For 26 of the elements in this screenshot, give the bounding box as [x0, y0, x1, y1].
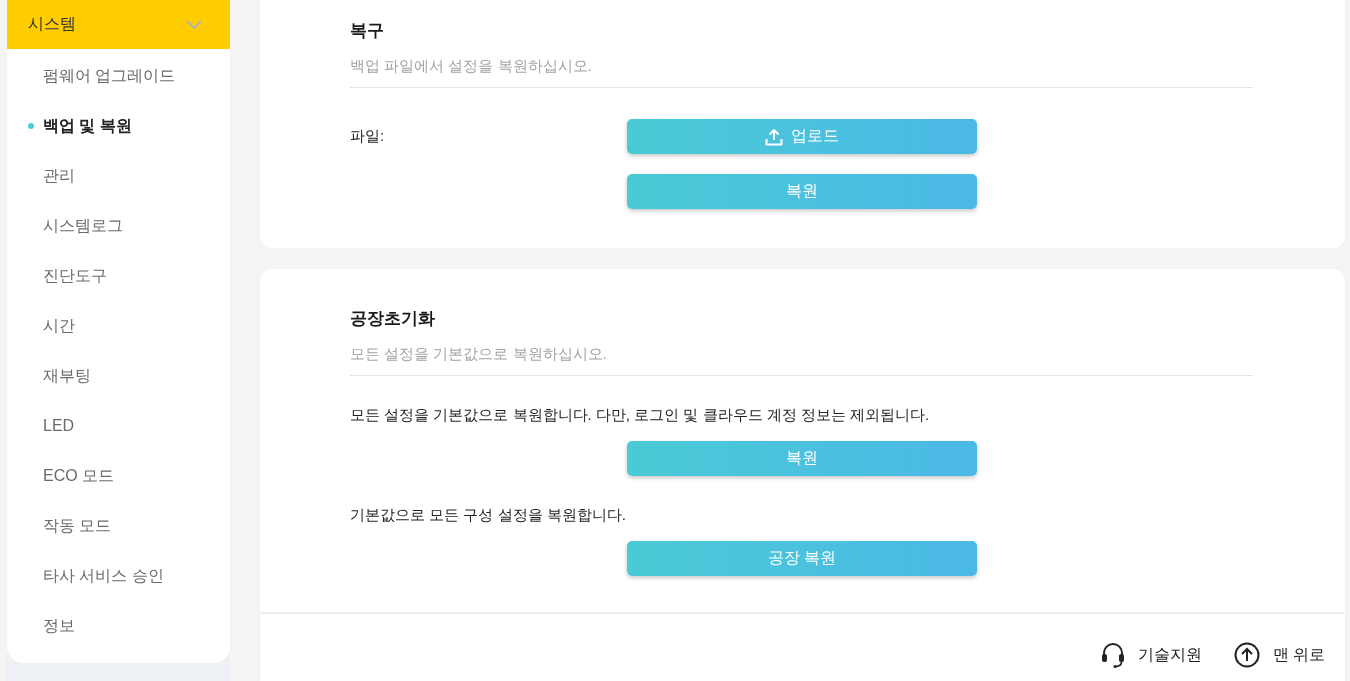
sidebar-item[interactable]: 작동 모드 [7, 501, 230, 551]
section-title: 공장초기화 [350, 308, 436, 330]
sidebar-item[interactable]: LED [7, 401, 230, 451]
sidebar-item[interactable]: ECO 모드 [7, 451, 230, 501]
section-subtitle: 모든 설정을 기본값으로 복원하십시오. [350, 344, 608, 364]
sidebar-item[interactable]: 타사 서비스 승인 [7, 551, 230, 601]
active-dot-icon [28, 123, 34, 129]
section-subtitle: 백업 파일에서 설정을 복원하십시오. [350, 56, 593, 76]
sidebar-item[interactable]: 관리 [7, 151, 230, 201]
sidebar-item[interactable]: 진단도구 [7, 251, 230, 301]
section-title: 복구 [350, 20, 385, 42]
description-text: 기본값으로 모든 구성 설정을 복원합니다. [350, 505, 627, 525]
sidebar-item[interactable]: 재부팅 [7, 351, 230, 401]
menu-section-header[interactable]: 시스템 [7, 0, 230, 49]
sidebar-item[interactable]: 정보 [7, 601, 230, 651]
upload-icon [765, 127, 783, 146]
field-label: 파일: [350, 127, 386, 146]
support-link[interactable]: 기술지원 [1100, 642, 1202, 668]
arrow-up-circle-icon [1233, 642, 1260, 668]
description-text: 모든 설정을 기본값으로 복원합니다. 다만, 로그인 및 클라우드 계정 정보는 제외됩니다. [350, 405, 931, 425]
sidebar-item[interactable]: 백업 및 복원 [7, 101, 230, 151]
headset-icon [1100, 642, 1125, 668]
sidebar-item[interactable]: 펌웨어 업그레이드 [7, 51, 230, 101]
sidebar-item[interactable]: 시간 [7, 301, 230, 351]
sidebar-item[interactable]: 시스템로그 [7, 201, 230, 251]
back-to-top-link[interactable]: 맨 위로 [1233, 642, 1325, 668]
